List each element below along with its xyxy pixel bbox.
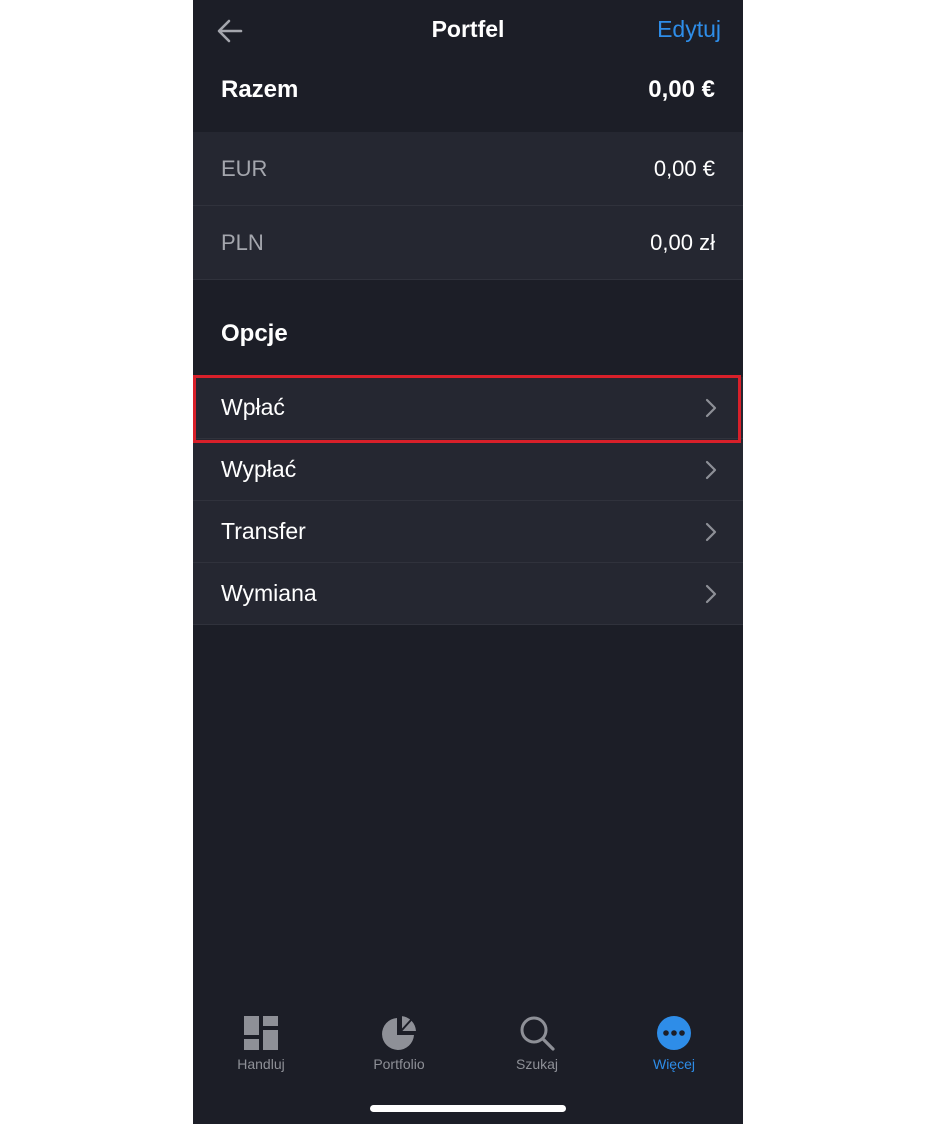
tab-trade[interactable]: Handluj [201, 1014, 321, 1084]
currency-code: PLN [221, 230, 264, 255]
options-section-title: Opcje [221, 320, 288, 347]
dashboard-grid-icon [244, 1016, 278, 1050]
option-label: Transfer [221, 518, 306, 544]
option-label: Wypłać [221, 456, 297, 482]
option-withdraw[interactable]: Wypłać [193, 439, 743, 501]
tab-label: Szukaj [515, 1056, 559, 1072]
tab-more[interactable]: Więcej [614, 1014, 734, 1084]
total-value: 0,00 € [648, 76, 715, 103]
total-row: Razem 0,00 € [193, 62, 743, 132]
currency-balance: 0,00 zł [650, 230, 715, 255]
search-icon [520, 1016, 555, 1051]
total-label: Razem [221, 76, 299, 103]
currency-row-eur: EUR 0,00 € [193, 132, 743, 206]
tab-label: Więcej [652, 1056, 695, 1072]
chevron-right-icon [705, 522, 717, 542]
currency-balance: 0,00 € [653, 156, 715, 181]
tab-label: Portfolio [373, 1056, 425, 1072]
home-indicator[interactable] [370, 1105, 566, 1112]
currency-row-pln: PLN 0,00 zł [193, 206, 743, 280]
navigation-bar: Portfel Edytuj [193, 0, 743, 62]
edit-button[interactable]: Edytuj [657, 16, 721, 43]
phone-screen: Portfel Edytuj Razem 0,00 € EUR 0,00 € P… [193, 0, 743, 1124]
chevron-right-icon [705, 460, 717, 480]
chevron-right-icon [705, 584, 717, 604]
option-transfer[interactable]: Transfer [193, 501, 743, 563]
tab-portfolio[interactable]: Portfolio [339, 1014, 459, 1084]
option-label: Wpłać [221, 394, 285, 420]
pie-chart-icon [382, 1016, 416, 1050]
option-label: Wymiana [221, 580, 317, 606]
currency-code: EUR [221, 156, 268, 181]
tab-search[interactable]: Szukaj [477, 1014, 597, 1084]
tab-label: Handluj [237, 1056, 285, 1072]
option-deposit[interactable]: Wpłać [193, 377, 743, 439]
option-exchange[interactable]: Wymiana [193, 563, 743, 625]
more-dots-icon [657, 1016, 691, 1050]
chevron-right-icon [705, 398, 717, 418]
